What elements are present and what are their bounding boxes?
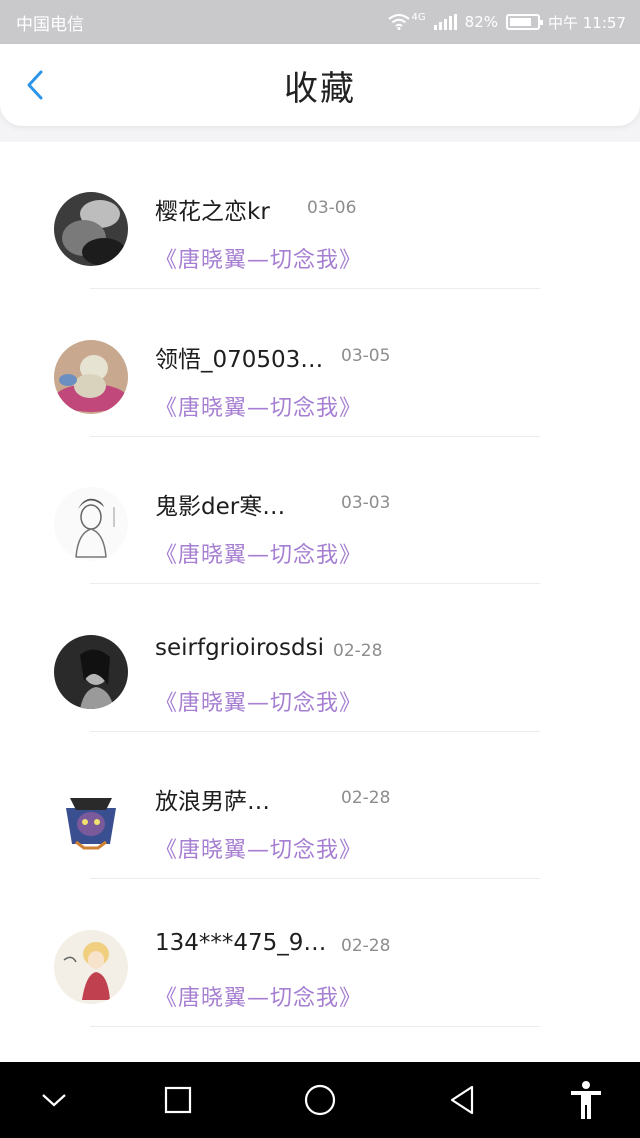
network-type-label: 4G (411, 11, 426, 23)
square-recents-icon (164, 1086, 192, 1114)
avatar[interactable] (54, 929, 128, 1004)
favorite-title-link[interactable]: 《唐晓翼—切念我》 (155, 390, 362, 422)
accessibility-icon (571, 1081, 601, 1119)
back-button[interactable] (18, 68, 52, 102)
avatar[interactable] (54, 782, 128, 856)
status-indicators: 4G 82% 中午 11:57 (387, 11, 626, 33)
date-label: 02-28 (333, 640, 383, 661)
hide-nav-button[interactable] (14, 1062, 94, 1138)
avatar[interactable] (54, 634, 128, 709)
circle-home-icon (304, 1084, 336, 1116)
favorites-list: 樱花之恋kr 03-06 《唐晓翼—切念我》 领悟_070503… 03-05 … (0, 142, 640, 1062)
chevron-down-icon (42, 1094, 66, 1107)
list-item[interactable]: 领悟_070503… 03-05 《唐晓翼—切念我》 (0, 290, 640, 438)
favorite-title-link[interactable]: 《唐晓翼—切念我》 (155, 537, 362, 569)
user-name: 鬼影der寒… (155, 494, 286, 520)
carrier-label: 中国电信 (16, 14, 84, 35)
accessibility-button[interactable] (546, 1062, 626, 1138)
date-label: 03-03 (341, 493, 391, 513)
user-name: seirfgrioirosdsi (155, 634, 324, 661)
battery-icon (506, 14, 543, 30)
favorite-title-link[interactable]: 《唐晓翼—切念我》 (155, 980, 362, 1012)
date-label: 03-06 (307, 198, 357, 218)
wifi-icon (387, 14, 410, 30)
chevron-left-icon (27, 70, 43, 100)
header: 收藏 (0, 44, 640, 126)
battery-percent: 82% (464, 13, 498, 31)
user-name: 134***475_9… (155, 929, 327, 956)
favorite-title-link[interactable]: 《唐晓翼—切念我》 (155, 832, 362, 864)
date-label: 02-28 (341, 935, 391, 956)
navigation-bar (0, 1062, 640, 1138)
list-item[interactable]: 放浪男萨… 02-28 《唐晓翼—切念我》 (0, 732, 640, 880)
back-nav-button[interactable] (422, 1062, 502, 1138)
status-bar: 中国电信 4G 82% 中午 11:57 (0, 0, 640, 44)
clock: 中午 11:57 (548, 13, 626, 32)
home-button[interactable] (280, 1062, 360, 1138)
favorite-title-link[interactable]: 《唐晓翼—切念我》 (155, 242, 362, 274)
avatar[interactable] (54, 192, 128, 266)
list-item[interactable]: 鬼影der寒… 03-03 《唐晓翼—切念我》 (0, 437, 640, 585)
user-name: 樱花之恋kr (155, 199, 270, 225)
favorite-title-link[interactable]: 《唐晓翼—切念我》 (155, 685, 362, 717)
date-label: 02-28 (341, 788, 391, 808)
avatar[interactable] (54, 487, 128, 561)
avatar[interactable] (54, 339, 128, 414)
page-title: 收藏 (284, 68, 356, 109)
date-label: 03-05 (341, 345, 391, 366)
list-item[interactable]: 樱花之恋kr 03-06 《唐晓翼—切念我》 (0, 142, 640, 290)
recents-button[interactable] (138, 1062, 218, 1138)
list-item[interactable]: 134***475_9… 02-28 《唐晓翼—切念我》 (0, 880, 640, 1028)
list-item[interactable]: seirfgrioirosdsi 02-28 《唐晓翼—切念我》 (0, 585, 640, 733)
signal-icon (433, 14, 457, 30)
user-name: 领悟_070503… (155, 346, 324, 373)
divider (90, 1025, 540, 1027)
user-name: 放浪男萨… (155, 789, 270, 815)
triangle-back-icon (450, 1085, 474, 1115)
